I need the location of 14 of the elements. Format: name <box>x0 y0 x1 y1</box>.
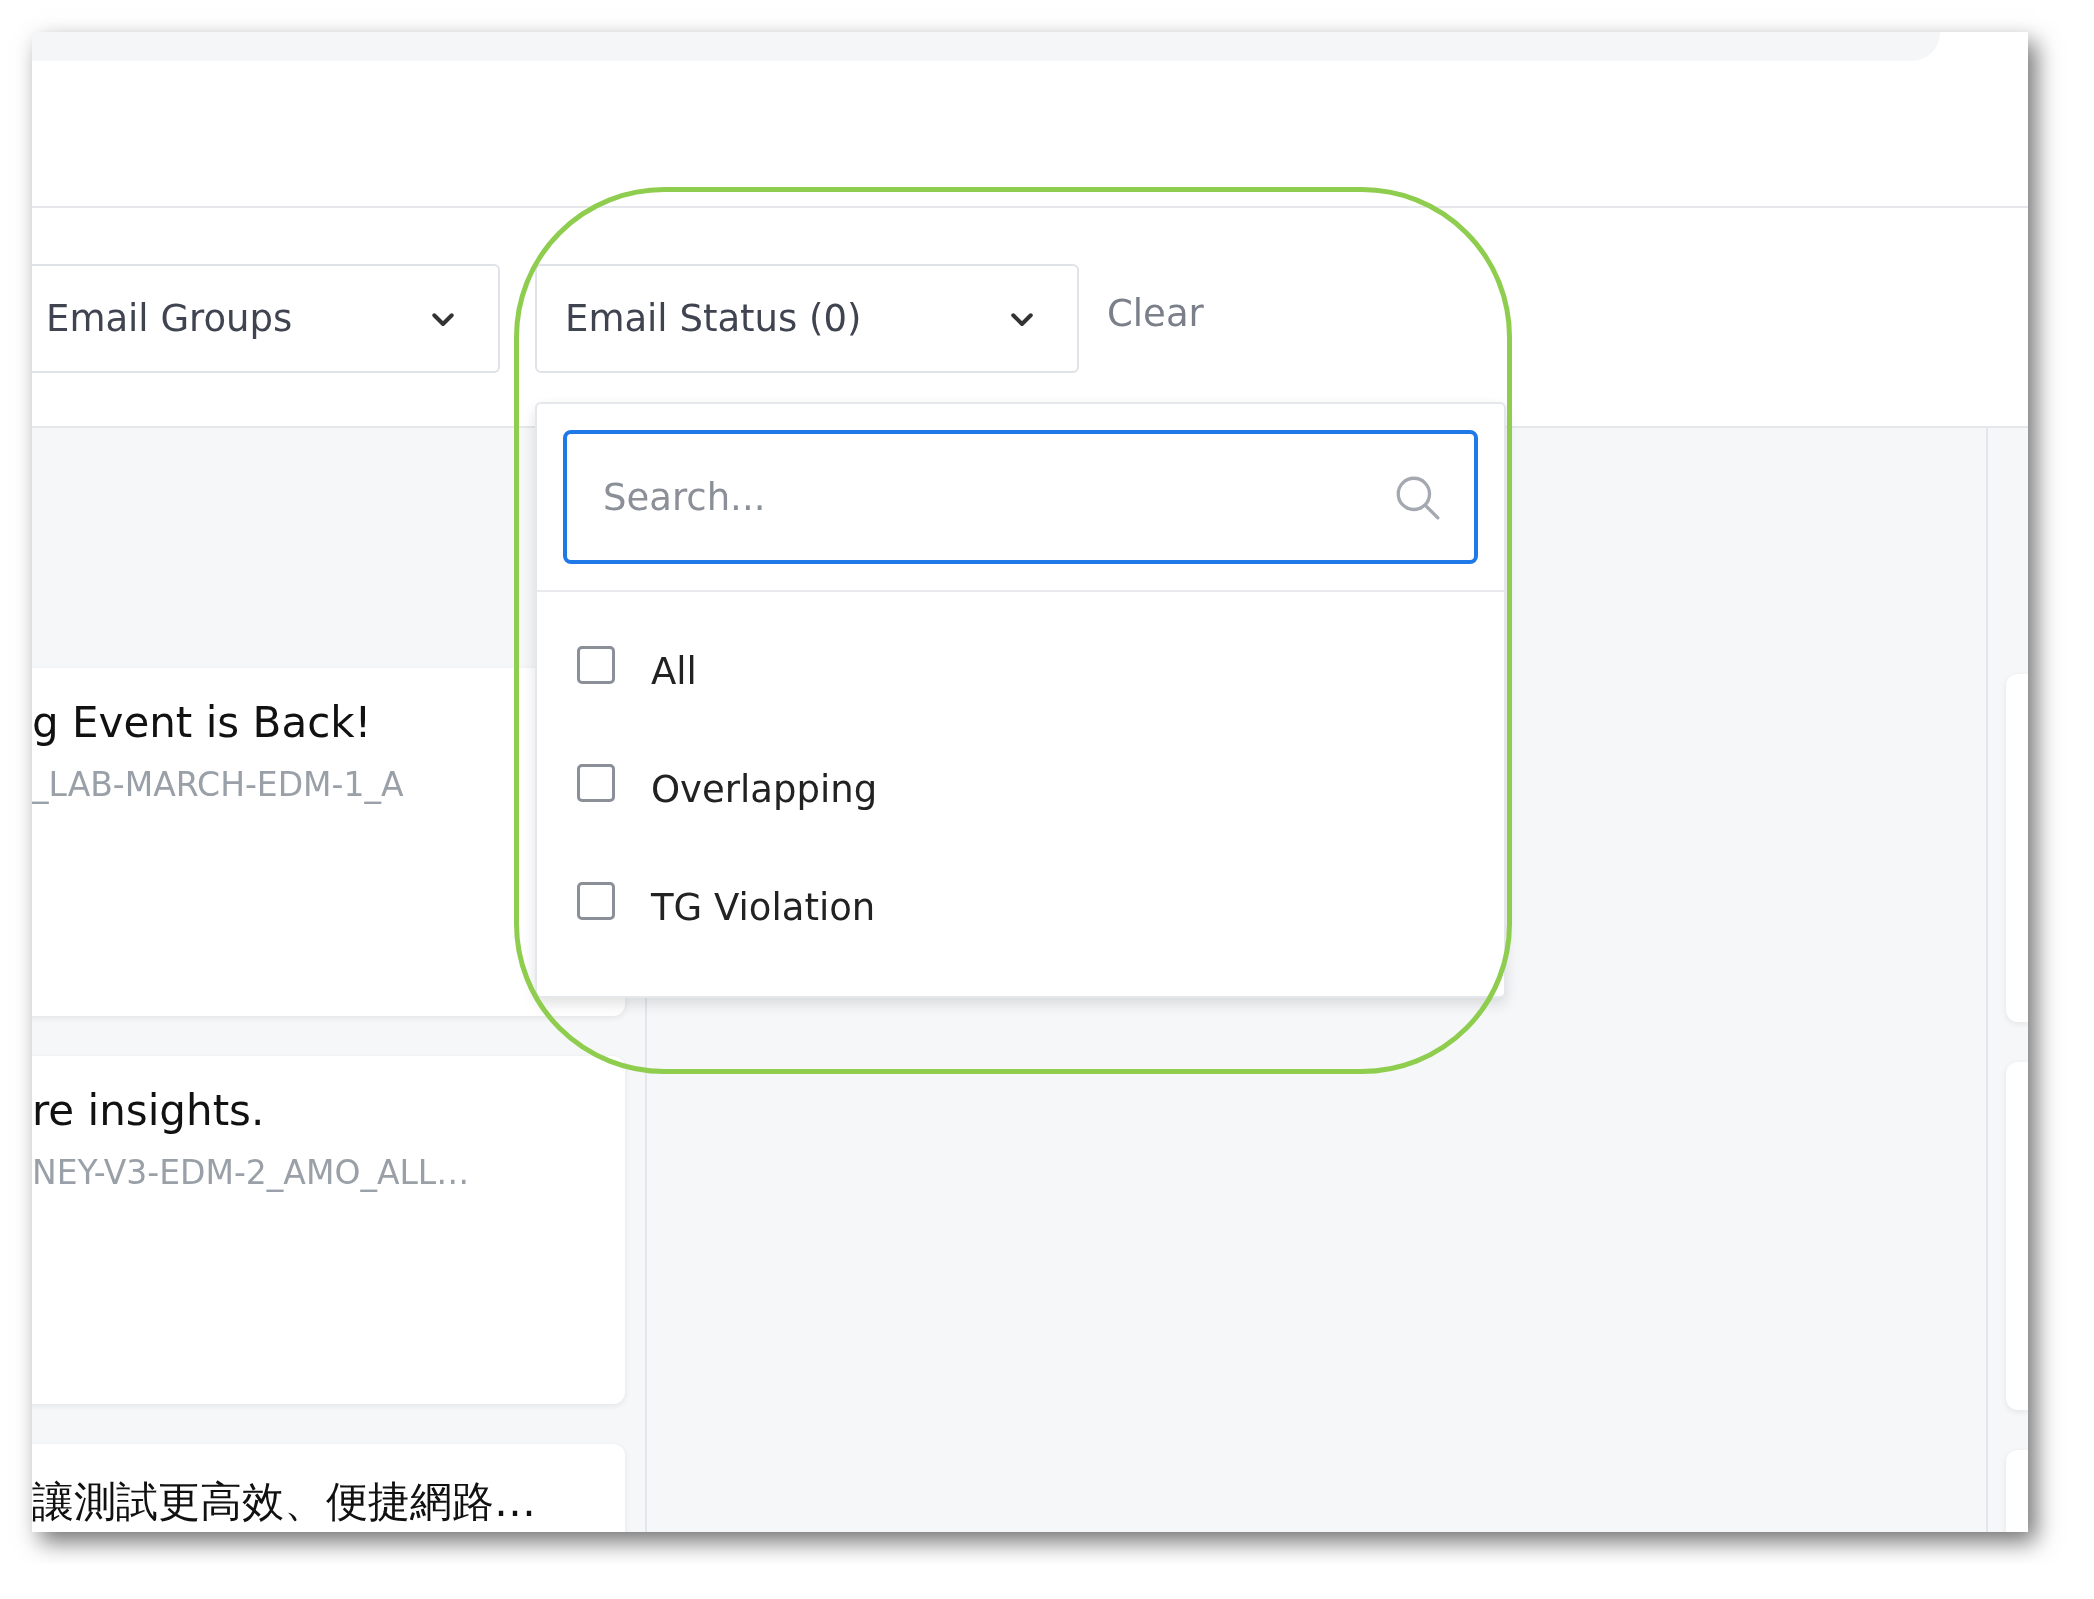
filter-select[interactable]: Email Status (0) <box>535 264 1079 373</box>
email-title: re insights. <box>32 1086 265 1135</box>
email-card[interactable]: re insights. NEY-V3-EDM-2_AMO_ALL… <box>32 1056 625 1404</box>
checkbox[interactable] <box>577 646 615 684</box>
email-code: NEY-V3-EDM-2_AMO_ALL… <box>32 1153 470 1192</box>
checkbox[interactable] <box>577 882 615 920</box>
email-code: _LAB-MARCH-EDM-1_A <box>32 765 404 804</box>
checkbox[interactable] <box>577 764 615 802</box>
email-card[interactable]: 讓測試更高效、便捷網路… <box>32 1444 625 1532</box>
email-title: 讓測試更高效、便捷網路… <box>32 1476 536 1528</box>
email-title: g Event is Back! <box>32 698 372 747</box>
search-field[interactable]: Search... <box>563 430 1478 564</box>
filter-select[interactable]: Email Groups <box>32 264 500 373</box>
clear-link[interactable]: Clear <box>1107 292 1204 335</box>
